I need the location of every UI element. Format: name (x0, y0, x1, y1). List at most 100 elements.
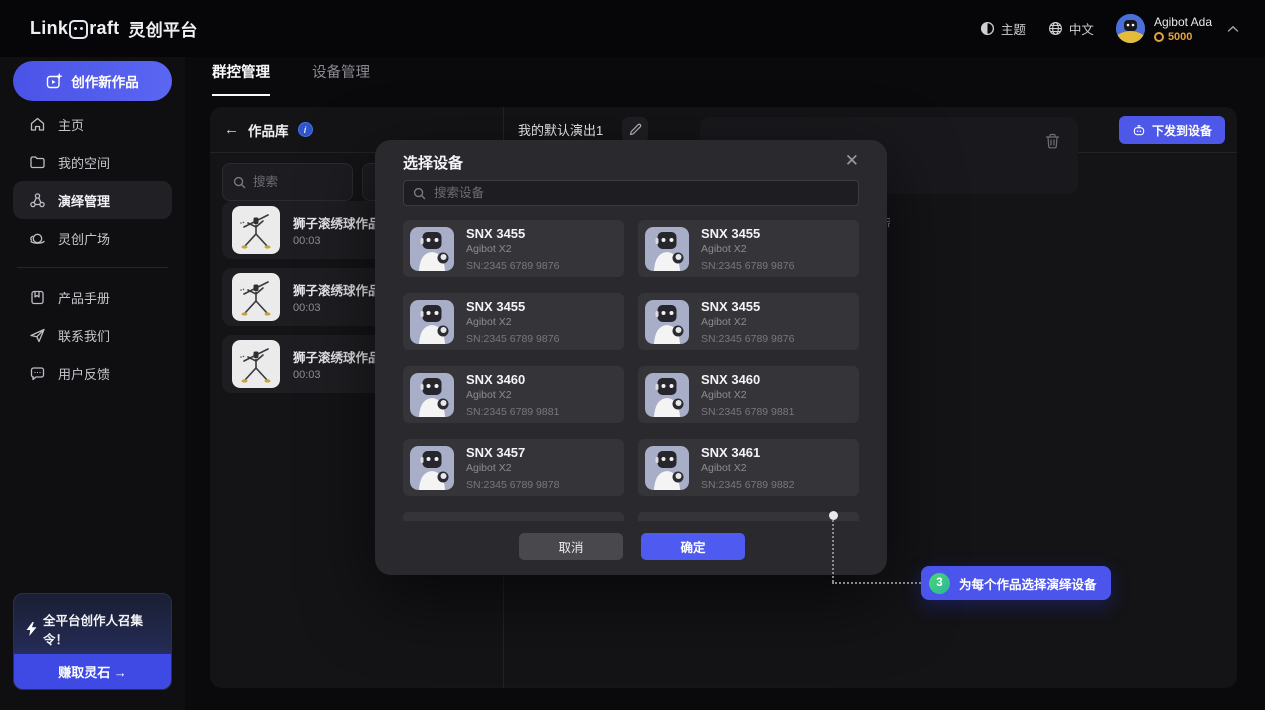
library-title: 作品库 (248, 120, 289, 140)
brand-suffix: raft (89, 18, 119, 39)
device-card[interactable]: SNX 3455 Agibot X2 SN:2345 6789 9876 (638, 220, 859, 277)
device-model: Agibot X2 (701, 462, 794, 474)
device-sn: SN:2345 6789 9876 (701, 260, 794, 272)
device-card-partial[interactable] (403, 512, 624, 521)
main-tabs: 群控管理 设备管理 (212, 61, 370, 96)
sidebar-item-plaza[interactable]: 灵创广场 (13, 219, 172, 257)
device-name: SNX 3455 (466, 226, 559, 241)
library-search[interactable] (222, 163, 353, 201)
earn-gems-button[interactable]: 赚取灵石 → (14, 654, 171, 689)
robot-avatar (410, 227, 454, 271)
device-meta: SNX 3460 Agibot X2 SN:2345 6789 9881 (701, 372, 794, 418)
robot-avatar (410, 446, 454, 490)
coin-icon (1154, 32, 1164, 42)
device-card[interactable]: SNX 3455 Agibot X2 SN:2345 6789 9876 (403, 220, 624, 277)
book-icon (29, 289, 46, 306)
device-sn: SN:2345 6789 9876 (701, 333, 794, 345)
info-icon[interactable]: i (298, 122, 313, 137)
planet-icon (29, 230, 46, 247)
device-search[interactable] (403, 180, 859, 206)
device-sn: SN:2345 6789 9876 (466, 333, 559, 345)
close-icon[interactable]: ✕ (841, 149, 863, 173)
chevron-up-icon[interactable] (1227, 25, 1239, 33)
sidebar-item-label: 用户反馈 (58, 364, 110, 383)
sidebar-item-label: 产品手册 (58, 288, 110, 307)
back-arrow-icon[interactable]: ← (224, 121, 239, 138)
app-root: Linkraft 灵创平台 主题 中文 Agibot (0, 0, 1265, 710)
device-model: Agibot X2 (466, 462, 559, 474)
device-card[interactable]: SNX 3461 Agibot X2 SN:2345 6789 9882 (638, 439, 859, 496)
device-sn: SN:2345 6789 9881 (466, 406, 559, 418)
sidebar-item-label: 演绎管理 (58, 191, 110, 210)
device-card[interactable]: SNX 3460 Agibot X2 SN:2345 6789 9881 (403, 366, 624, 423)
user-name: Agibot Ada (1154, 15, 1212, 29)
device-card[interactable]: SNX 3455 Agibot X2 SN:2345 6789 9876 (638, 293, 859, 350)
sidebar-item-home[interactable]: 主页 (13, 105, 172, 143)
banner-title-row: 全平台创作人召集令！ (14, 594, 171, 648)
globe-icon (1048, 21, 1063, 36)
create-video-icon (46, 73, 63, 90)
robot-head-icon (1132, 124, 1146, 137)
tab-group-control[interactable]: 群控管理 (212, 61, 270, 96)
search-icon (233, 176, 246, 189)
sidebar-item-product-manual[interactable]: 产品手册 (13, 278, 172, 316)
robot-avatar (645, 446, 689, 490)
confirm-button[interactable]: 确定 (641, 533, 745, 560)
create-work-label: 创作新作品 (71, 71, 139, 91)
sidebar-nav: 主页 我的空间 演绎管理 灵创广场 产品手册 联系我们 (13, 105, 172, 392)
trash-icon[interactable] (1045, 133, 1060, 149)
language-switcher[interactable]: 中文 (1048, 19, 1094, 38)
edit-stage-name-button[interactable] (622, 117, 648, 143)
device-search-input[interactable] (434, 186, 849, 200)
device-meta: SNX 3455 Agibot X2 SN:2345 6789 9876 (701, 226, 794, 272)
sidebar-item-feedback[interactable]: 用户反馈 (13, 354, 172, 392)
library-search-input[interactable] (253, 175, 342, 189)
device-name: SNX 3455 (701, 226, 794, 241)
device-model: Agibot X2 (466, 389, 559, 401)
tour-anchor-dot (829, 511, 838, 520)
device-card[interactable]: SNX 3460 Agibot X2 SN:2345 6789 9881 (638, 366, 859, 423)
device-name: SNX 3455 (466, 299, 559, 314)
tab-device-management[interactable]: 设备管理 (312, 61, 370, 96)
device-sn: SN:2345 6789 9881 (701, 406, 794, 418)
sidebar-item-label: 主页 (58, 115, 84, 134)
work-duration: 00:03 (293, 369, 381, 381)
sidebar-item-label: 联系我们 (58, 326, 110, 345)
work-title: 狮子滚绣球作品 (293, 280, 381, 299)
folder-icon (29, 154, 46, 171)
theme-toggle[interactable]: 主题 (980, 19, 1026, 38)
device-name: SNX 3460 (466, 372, 559, 387)
device-name: SNX 3461 (701, 445, 794, 460)
lightning-icon (26, 622, 37, 636)
sidebar-item-contact-us[interactable]: 联系我们 (13, 316, 172, 354)
cancel-button[interactable]: 取消 (519, 533, 623, 560)
device-card[interactable]: SNX 3457 Agibot X2 SN:2345 6789 9878 (403, 439, 624, 496)
robot-avatar (645, 227, 689, 271)
brand-c-icon (69, 20, 88, 39)
deploy-label: 下发到设备 (1152, 122, 1212, 139)
search-icon (413, 187, 426, 200)
create-work-button[interactable]: 创作新作品 (13, 61, 172, 101)
brand-platform-name: 灵创平台 (128, 16, 197, 41)
tour-tooltip[interactable]: 3 为每个作品选择演绎设备 (921, 566, 1111, 600)
device-model: Agibot X2 (701, 316, 794, 328)
user-menu[interactable]: Agibot Ada 5000 (1116, 14, 1239, 43)
sidebar-item-performance-management[interactable]: 演绎管理 (13, 181, 172, 219)
device-card-partial[interactable] (638, 512, 859, 521)
sidebar-item-label: 灵创广场 (58, 229, 110, 248)
device-model: Agibot X2 (701, 243, 794, 255)
select-device-modal: 选择设备 ✕ SNX 3455 Agibot X2 SN:2345 6789 9… (375, 140, 887, 575)
tour-tooltip-text: 为每个作品选择演绎设备 (959, 574, 1097, 593)
device-card[interactable]: SNX 3455 Agibot X2 SN:2345 6789 9876 (403, 293, 624, 350)
device-meta: SNX 3461 Agibot X2 SN:2345 6789 9882 (701, 445, 794, 491)
user-credits: 5000 (1154, 31, 1212, 43)
work-meta: 狮子滚绣球作品 00:03 (293, 347, 381, 381)
topbar: Linkraft 灵创平台 主题 中文 Agibot (0, 0, 1265, 57)
deploy-to-device-button[interactable]: 下发到设备 (1119, 116, 1225, 144)
device-meta: SNX 3460 Agibot X2 SN:2345 6789 9881 (466, 372, 559, 418)
device-meta: SNX 3457 Agibot X2 SN:2345 6789 9878 (466, 445, 559, 491)
modal-title: 选择设备 (403, 152, 463, 173)
sidebar-item-my-space[interactable]: 我的空间 (13, 143, 172, 181)
brand-logo[interactable]: Linkraft 灵创平台 (30, 16, 198, 41)
work-thumbnail (232, 273, 280, 321)
